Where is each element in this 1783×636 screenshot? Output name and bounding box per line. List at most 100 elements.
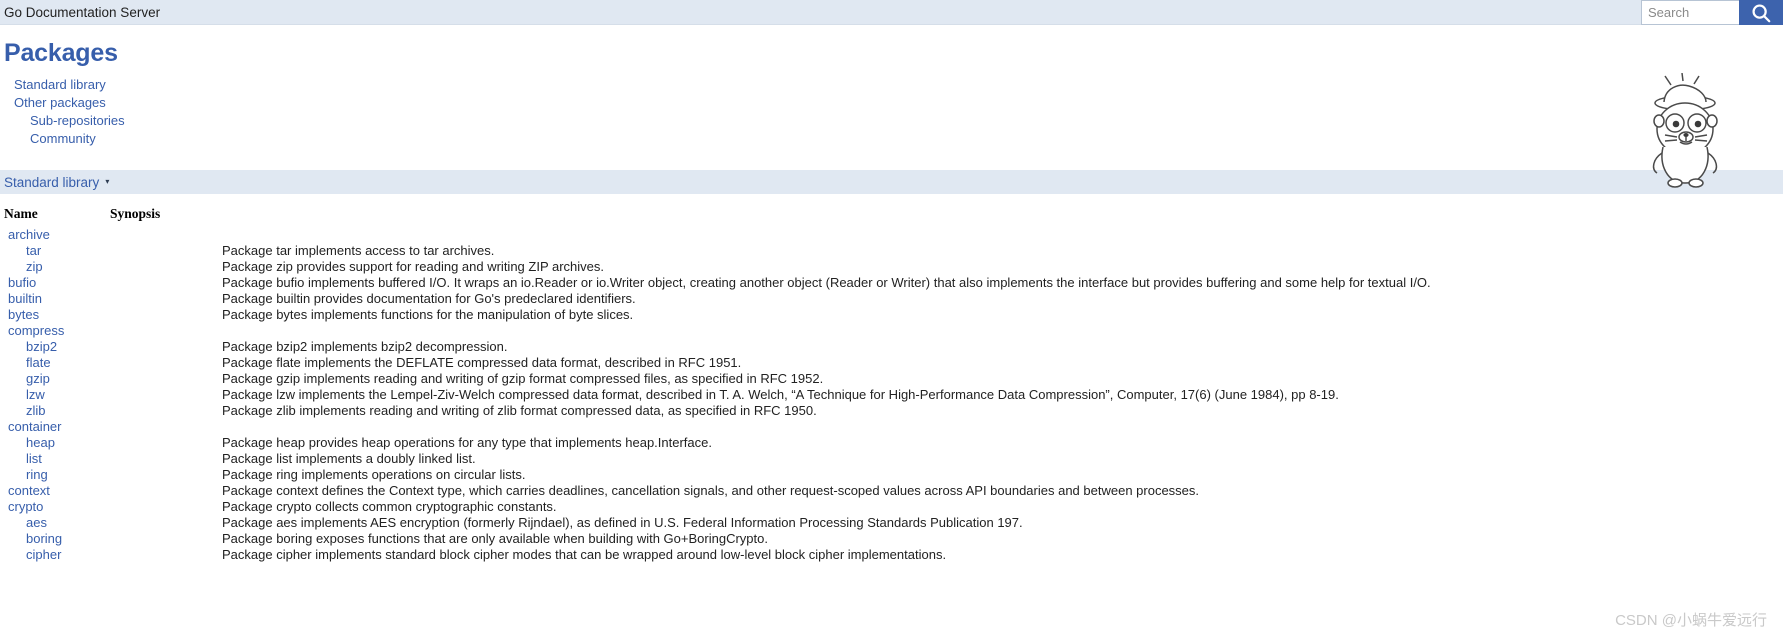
package-table: Name Synopsis archive tar Package tar impl… <box>0 206 1783 563</box>
nav-item: Other packages <box>0 94 1783 112</box>
table-row: crypto Package crypto collects common cry… <box>0 499 1783 515</box>
package-name-cell: gzip <box>0 371 110 387</box>
package-synopsis-cell <box>110 323 1783 339</box>
section-title-link[interactable]: Standard library <box>4 175 99 190</box>
package-link[interactable]: archive <box>4 227 50 242</box>
search-button[interactable] <box>1739 0 1783 25</box>
package-synopsis-cell <box>110 227 1783 243</box>
package-name-cell: crypto <box>0 499 110 515</box>
page-title: Packages <box>4 39 118 67</box>
package-synopsis-cell: Package gzip implements reading and writ… <box>222 371 824 386</box>
standard-library-section-bar[interactable]: Standard library ▾ <box>0 170 1783 194</box>
table-header-row: Name Synopsis <box>0 206 1783 227</box>
package-synopsis-cell: Package zlib implements reading and writ… <box>222 403 817 418</box>
package-synopsis-cell <box>110 419 1783 435</box>
package-link[interactable]: lzw <box>4 387 45 402</box>
table-head: Name Synopsis <box>0 206 1783 227</box>
package-synopsis-cell: Package crypto collects common cryptogra… <box>222 499 557 514</box>
top-header-bar: Go Documentation Server <box>0 0 1783 25</box>
table-row: bufio Package bufio implements buffered I… <box>0 275 1783 291</box>
package-name-cell: aes <box>0 515 110 531</box>
package-synopsis-cell: Package builtin provides documentation f… <box>222 291 636 306</box>
gopher-mascot-icon <box>1635 72 1747 189</box>
table-row: zip Package zip provides support for read… <box>0 259 1783 275</box>
package-name-cell: container <box>0 419 110 435</box>
package-link[interactable]: heap <box>4 435 55 450</box>
packages-nav: Standard library Other packages Sub-repo… <box>0 68 1783 148</box>
go-doc-server-page: Go Documentation Server Packages Standar… <box>0 0 1783 636</box>
nav-link-community[interactable]: Community <box>0 132 96 146</box>
nav-link-sub-repositories[interactable]: Sub-repositories <box>0 114 125 128</box>
package-synopsis-cell: Package list implements a doubly linked … <box>222 451 476 466</box>
package-link[interactable]: boring <box>4 531 62 546</box>
package-link[interactable]: context <box>4 483 50 498</box>
package-name-cell: cipher <box>0 547 110 563</box>
chevron-down-icon[interactable]: ▾ <box>105 178 109 186</box>
table-body: archive tar Package tar implements access … <box>0 227 1783 563</box>
nav-link-other-packages[interactable]: Other packages <box>0 96 106 110</box>
package-name-cell: list <box>0 451 110 467</box>
package-link[interactable]: tar <box>4 243 41 258</box>
table-row: zlib Package zlib implements reading and … <box>0 403 1783 419</box>
package-link[interactable]: ring <box>4 467 48 482</box>
table-row: tar Package tar implements access to tar … <box>0 243 1783 259</box>
watermark: CSDN @小蜗牛爱远行 <box>1615 612 1767 629</box>
package-name-cell: builtin <box>0 291 110 307</box>
package-link[interactable]: bufio <box>4 275 36 290</box>
package-name-cell: bytes <box>0 307 110 323</box>
nav-item: Standard library <box>0 76 1783 94</box>
package-link[interactable]: zlib <box>4 403 46 418</box>
package-name-cell: bzip2 <box>0 339 110 355</box>
table-row: builtin Package builtin provides document… <box>0 291 1783 307</box>
package-name-cell: zip <box>0 259 110 275</box>
package-link[interactable]: compress <box>4 323 64 338</box>
package-name-cell: compress <box>0 323 110 339</box>
package-link[interactable]: container <box>4 419 61 434</box>
table-row: bzip2 Package bzip2 implements bzip2 deco… <box>0 339 1783 355</box>
table-row: heap Package heap provides heap operation… <box>0 435 1783 451</box>
package-name-cell: tar <box>0 243 110 259</box>
search-input[interactable] <box>1641 0 1739 25</box>
table-row: archive <box>0 227 1783 243</box>
table-row: aes Package aes implements AES encryption… <box>0 515 1783 531</box>
column-header-name: Name <box>4 206 38 221</box>
nav-item: Community <box>0 130 1783 148</box>
package-synopsis-cell: Package bytes implements functions for t… <box>222 307 634 322</box>
package-link[interactable]: bytes <box>4 307 39 322</box>
package-link[interactable]: gzip <box>4 371 50 386</box>
package-link[interactable]: crypto <box>4 499 43 514</box>
table-row: gzip Package gzip implements reading and … <box>0 371 1783 387</box>
table-row: container <box>0 419 1783 435</box>
package-link[interactable]: flate <box>4 355 51 370</box>
package-name-cell: boring <box>0 531 110 547</box>
app-title: Go Documentation Server <box>4 4 161 20</box>
package-synopsis-cell: Package bzip2 implements bzip2 decompres… <box>222 339 508 354</box>
table-row: compress <box>0 323 1783 339</box>
package-link[interactable]: aes <box>4 515 47 530</box>
table-row: context Package context defines the Conte… <box>0 483 1783 499</box>
package-name-cell: bufio <box>0 275 110 291</box>
packages-intro: Packages Standard library Other packages… <box>0 25 1783 188</box>
package-link[interactable]: list <box>4 451 42 466</box>
package-synopsis-cell: Package cipher implements standard block… <box>222 547 947 562</box>
package-name-cell: ring <box>0 467 110 483</box>
package-name-cell: zlib <box>0 403 110 419</box>
package-link[interactable]: builtin <box>4 291 42 306</box>
package-synopsis-cell: Package tar implements access to tar arc… <box>222 243 495 258</box>
nav-link-standard-library[interactable]: Standard library <box>0 78 106 92</box>
package-link[interactable]: cipher <box>4 547 61 562</box>
package-synopsis-cell: Package aes implements AES encryption (f… <box>222 515 1023 530</box>
package-synopsis-cell: Package heap provides heap operations fo… <box>222 435 712 450</box>
package-name-cell: lzw <box>0 387 110 403</box>
nav-item: Sub-repositories <box>0 112 1783 130</box>
table-row: cipher Package cipher implements standard… <box>0 547 1783 563</box>
table-row: bytes Package bytes implements functions … <box>0 307 1783 323</box>
package-link[interactable]: zip <box>4 259 43 274</box>
package-name-cell: context <box>0 483 110 499</box>
package-link[interactable]: bzip2 <box>4 339 57 354</box>
table-row: flate Package flate implements the DEFLAT… <box>0 355 1783 371</box>
table-row: lzw Package lzw implements the Lempel-Ziv… <box>0 387 1783 403</box>
package-synopsis-cell: Package boring exposes functions that ar… <box>222 531 768 546</box>
table-row: boring Package boring exposes functions t… <box>0 531 1783 547</box>
package-name-cell: heap <box>0 435 110 451</box>
